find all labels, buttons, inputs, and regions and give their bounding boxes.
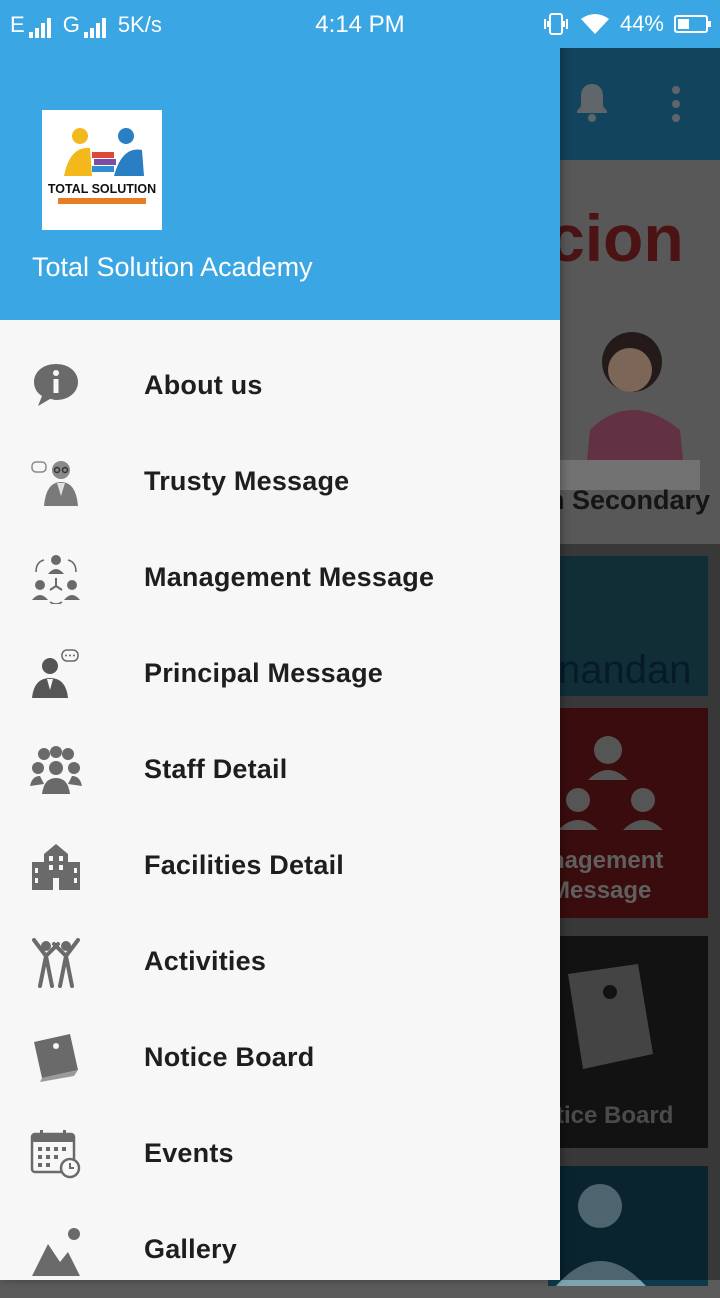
info-icon (34, 364, 78, 406)
logo-underline (58, 198, 146, 204)
logo-illustration (64, 128, 144, 176)
staff-icon (30, 746, 82, 794)
drawer-header: TOTAL SOLUTION Total Solution Academy (0, 48, 560, 320)
building-icon (32, 844, 80, 890)
academy-logo: TOTAL SOLUTION (42, 110, 162, 230)
menu-item-label: Principal Message (144, 658, 384, 688)
wifi-icon (580, 14, 609, 34)
menu-item-facilities-detail[interactable]: Facilities Detail (0, 818, 560, 914)
menu-item-staff-detail[interactable]: Staff Detail (0, 722, 560, 818)
menu-item-label: Events (144, 1138, 234, 1168)
menu-item-gallery[interactable]: Gallery (0, 1202, 560, 1298)
activities-icon (32, 938, 80, 988)
menu-item-label: Management Message (144, 562, 435, 592)
calendar-icon (30, 1130, 81, 1179)
management-icon (32, 555, 80, 604)
gallery-icon (32, 1228, 80, 1276)
notice-icon (34, 1034, 78, 1082)
navigation-drawer: TOTAL SOLUTION Total Solution Academy Ab… (0, 0, 560, 1280)
menu-item-activities[interactable]: Activities (0, 914, 560, 1010)
trustee-icon (31, 461, 78, 506)
menu-item-principal-message[interactable]: Principal Message (0, 626, 560, 722)
drawer-menu: About us Trusty Message Management Messa… (0, 338, 560, 1298)
status-bar: E G 5K/s 4:14 PM 44% (0, 0, 720, 48)
menu-item-label: About us (144, 370, 263, 400)
vibrate-icon (543, 13, 568, 35)
drawer-scrim[interactable] (560, 48, 720, 1280)
menu-item-label: Trusty Message (144, 466, 350, 496)
menu-item-events[interactable]: Events (0, 1106, 560, 1202)
menu-item-label: Notice Board (144, 1042, 315, 1072)
academy-name: Total Solution Academy (32, 252, 313, 282)
battery-icon (674, 15, 711, 33)
menu-item-label: Gallery (144, 1234, 237, 1264)
principal-icon (32, 649, 79, 698)
menu-item-label: Staff Detail (144, 754, 288, 784)
battery-percent: 44% (619, 11, 664, 36)
menu-item-trusty-message[interactable]: Trusty Message (0, 434, 560, 530)
menu-item-label: Facilities Detail (144, 850, 344, 880)
menu-item-management-message[interactable]: Management Message (0, 530, 560, 626)
menu-item-notice-board[interactable]: Notice Board (0, 1010, 560, 1106)
menu-item-about-us[interactable]: About us (0, 338, 560, 434)
logo-text: TOTAL SOLUTION (47, 182, 157, 196)
menu-item-label: Activities (144, 946, 267, 976)
